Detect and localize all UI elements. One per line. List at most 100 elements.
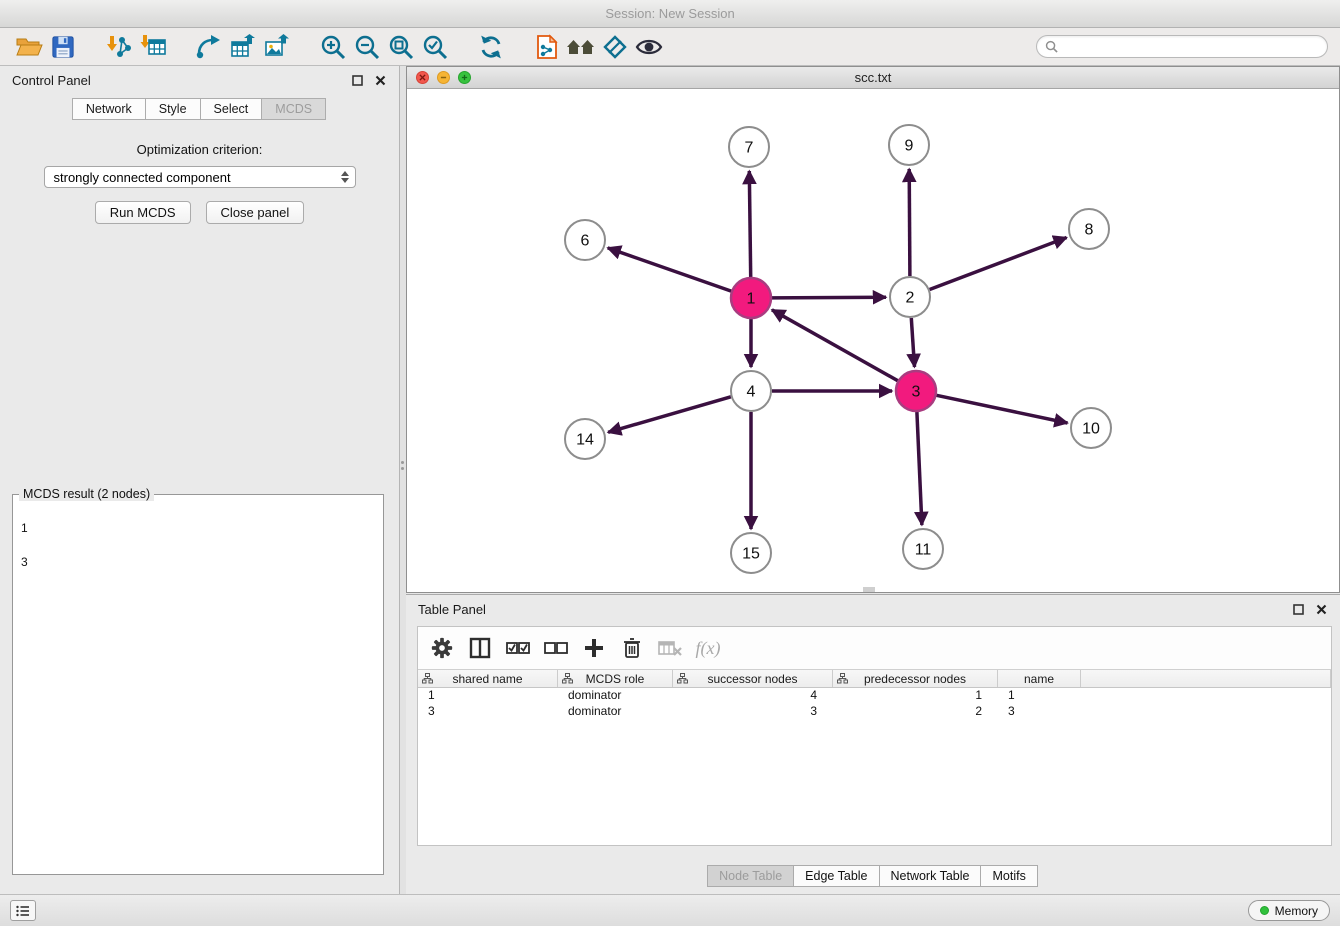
graph-node-4[interactable]: 4 bbox=[731, 371, 771, 411]
home-pair-icon bbox=[566, 35, 596, 59]
graph-node-11[interactable]: 11 bbox=[903, 529, 943, 569]
graph-node-1[interactable]: 1 bbox=[731, 278, 771, 318]
zoom-selected-button[interactable] bbox=[418, 31, 452, 63]
add-column-button[interactable] bbox=[578, 632, 610, 664]
zoom-in-button[interactable] bbox=[316, 31, 350, 63]
graph-edge-2-9[interactable] bbox=[909, 169, 910, 276]
main-toolbar bbox=[0, 28, 1340, 66]
graph-edge-3-11[interactable] bbox=[917, 412, 922, 525]
table-row[interactable]: 3 dominator 3 2 3 bbox=[418, 704, 1331, 720]
task-history-button[interactable] bbox=[10, 900, 36, 921]
graph-node-3[interactable]: 3 bbox=[896, 371, 936, 411]
network-window-titlebar[interactable]: scc.txt bbox=[407, 67, 1339, 89]
graph-edge-1-2[interactable] bbox=[772, 297, 886, 298]
function-builder-button[interactable]: f(x) bbox=[692, 632, 724, 664]
control-panel: Control Panel Network Style Select MCDS … bbox=[0, 66, 400, 894]
graph-node-9[interactable]: 9 bbox=[889, 125, 929, 165]
close-panel-icon[interactable] bbox=[373, 73, 387, 87]
graph-node-15[interactable]: 15 bbox=[731, 533, 771, 573]
network-canvas[interactable]: 1 2 3 4 6 7 8 9 10 11 14 15 bbox=[407, 89, 1339, 592]
table-panel: Table Panel bbox=[406, 594, 1340, 894]
tab-motifs[interactable]: Motifs bbox=[980, 865, 1037, 887]
import-table-icon bbox=[140, 34, 166, 60]
window-zoom-icon[interactable] bbox=[458, 71, 471, 84]
import-table-button[interactable] bbox=[136, 31, 170, 63]
graph-node-2[interactable]: 2 bbox=[890, 277, 930, 317]
memory-button[interactable]: Memory bbox=[1248, 900, 1330, 921]
window-close-icon[interactable] bbox=[416, 71, 429, 84]
graph-edge-4-14[interactable] bbox=[608, 397, 731, 433]
graph-edge-3-10[interactable] bbox=[937, 395, 1068, 423]
cell-shared-name[interactable]: 3 bbox=[418, 704, 558, 720]
resize-grip[interactable] bbox=[863, 587, 875, 592]
export-image-button[interactable] bbox=[260, 31, 294, 63]
cell-name[interactable]: 1 bbox=[998, 688, 1081, 704]
delete-table-button[interactable] bbox=[654, 632, 686, 664]
column-label: predecessor nodes bbox=[864, 672, 966, 686]
graph-node-10[interactable]: 10 bbox=[1071, 408, 1111, 448]
tab-network-table[interactable]: Network Table bbox=[879, 865, 982, 887]
tab-select[interactable]: Select bbox=[200, 98, 263, 120]
graph-edge-2-8[interactable] bbox=[930, 238, 1067, 290]
graph-edge-1-7[interactable] bbox=[749, 171, 750, 277]
mcds-result-line: 1 bbox=[21, 520, 375, 537]
float-table-panel-icon[interactable] bbox=[1291, 602, 1305, 616]
tab-mcds[interactable]: MCDS bbox=[261, 98, 326, 120]
graph-edge-3-1[interactable] bbox=[772, 310, 898, 381]
column-header-predecessor-nodes[interactable]: predecessor nodes bbox=[833, 670, 998, 687]
column-header-shared-name[interactable]: shared name bbox=[418, 670, 558, 687]
delete-column-button[interactable] bbox=[616, 632, 648, 664]
graph-node-14[interactable]: 14 bbox=[565, 419, 605, 459]
split-panel-button[interactable] bbox=[464, 632, 496, 664]
run-mcds-button[interactable]: Run MCDS bbox=[95, 201, 191, 224]
table-settings-button[interactable] bbox=[426, 632, 458, 664]
tab-node-table[interactable]: Node Table bbox=[707, 865, 794, 887]
graph-node-7[interactable]: 7 bbox=[729, 127, 769, 167]
graph-node-label: 6 bbox=[581, 233, 590, 250]
close-panel-button[interactable]: Close panel bbox=[206, 201, 305, 224]
search-box bbox=[1036, 35, 1328, 58]
mcds-result-box: MCDS result (2 nodes) 1 3 bbox=[12, 494, 384, 875]
network-share-button[interactable] bbox=[192, 31, 226, 63]
eye-button[interactable] bbox=[632, 31, 666, 63]
home-pair-button[interactable] bbox=[564, 31, 598, 63]
import-network-button[interactable] bbox=[102, 31, 136, 63]
graph-edge-2-3[interactable] bbox=[911, 318, 914, 367]
select-all-columns-button[interactable] bbox=[502, 632, 534, 664]
search-input[interactable] bbox=[1058, 40, 1319, 54]
graph-node-8[interactable]: 8 bbox=[1069, 209, 1109, 249]
column-type-icon bbox=[562, 673, 573, 684]
zoom-fit-button[interactable] bbox=[384, 31, 418, 63]
graph-node-label: 7 bbox=[745, 140, 754, 157]
cell-mcds-role[interactable]: dominator bbox=[558, 688, 673, 704]
cell-predecessor-nodes[interactable]: 2 bbox=[833, 704, 998, 720]
annotation-button[interactable] bbox=[598, 31, 632, 63]
close-table-panel-icon[interactable] bbox=[1314, 602, 1328, 616]
clipboard-network-button[interactable] bbox=[530, 31, 564, 63]
mcds-result-content[interactable]: 1 3 bbox=[13, 495, 383, 596]
zoom-out-button[interactable] bbox=[350, 31, 384, 63]
cell-shared-name[interactable]: 1 bbox=[418, 688, 558, 704]
open-session-button[interactable] bbox=[12, 31, 46, 63]
export-table-button[interactable] bbox=[226, 31, 260, 63]
refresh-button[interactable] bbox=[474, 31, 508, 63]
column-header-name[interactable]: name bbox=[998, 670, 1081, 687]
graph-edge-1-6[interactable] bbox=[608, 248, 732, 291]
cell-mcds-role[interactable]: dominator bbox=[558, 704, 673, 720]
criterion-dropdown[interactable]: strongly connected component bbox=[44, 166, 356, 188]
graph-node-6[interactable]: 6 bbox=[565, 220, 605, 260]
column-header-mcds-role[interactable]: MCDS role bbox=[558, 670, 673, 687]
cell-name[interactable]: 3 bbox=[998, 704, 1081, 720]
float-panel-icon[interactable] bbox=[350, 73, 364, 87]
deselect-all-columns-button[interactable] bbox=[540, 632, 572, 664]
tab-style[interactable]: Style bbox=[145, 98, 201, 120]
tab-edge-table[interactable]: Edge Table bbox=[793, 865, 879, 887]
cell-successor-nodes[interactable]: 4 bbox=[673, 688, 833, 704]
tab-network[interactable]: Network bbox=[72, 98, 146, 120]
column-header-successor-nodes[interactable]: successor nodes bbox=[673, 670, 833, 687]
cell-predecessor-nodes[interactable]: 1 bbox=[833, 688, 998, 704]
table-row[interactable]: 1 dominator 4 1 1 bbox=[418, 688, 1331, 704]
cell-successor-nodes[interactable]: 3 bbox=[673, 704, 833, 720]
save-session-button[interactable] bbox=[46, 31, 80, 63]
window-minimize-icon[interactable] bbox=[437, 71, 450, 84]
